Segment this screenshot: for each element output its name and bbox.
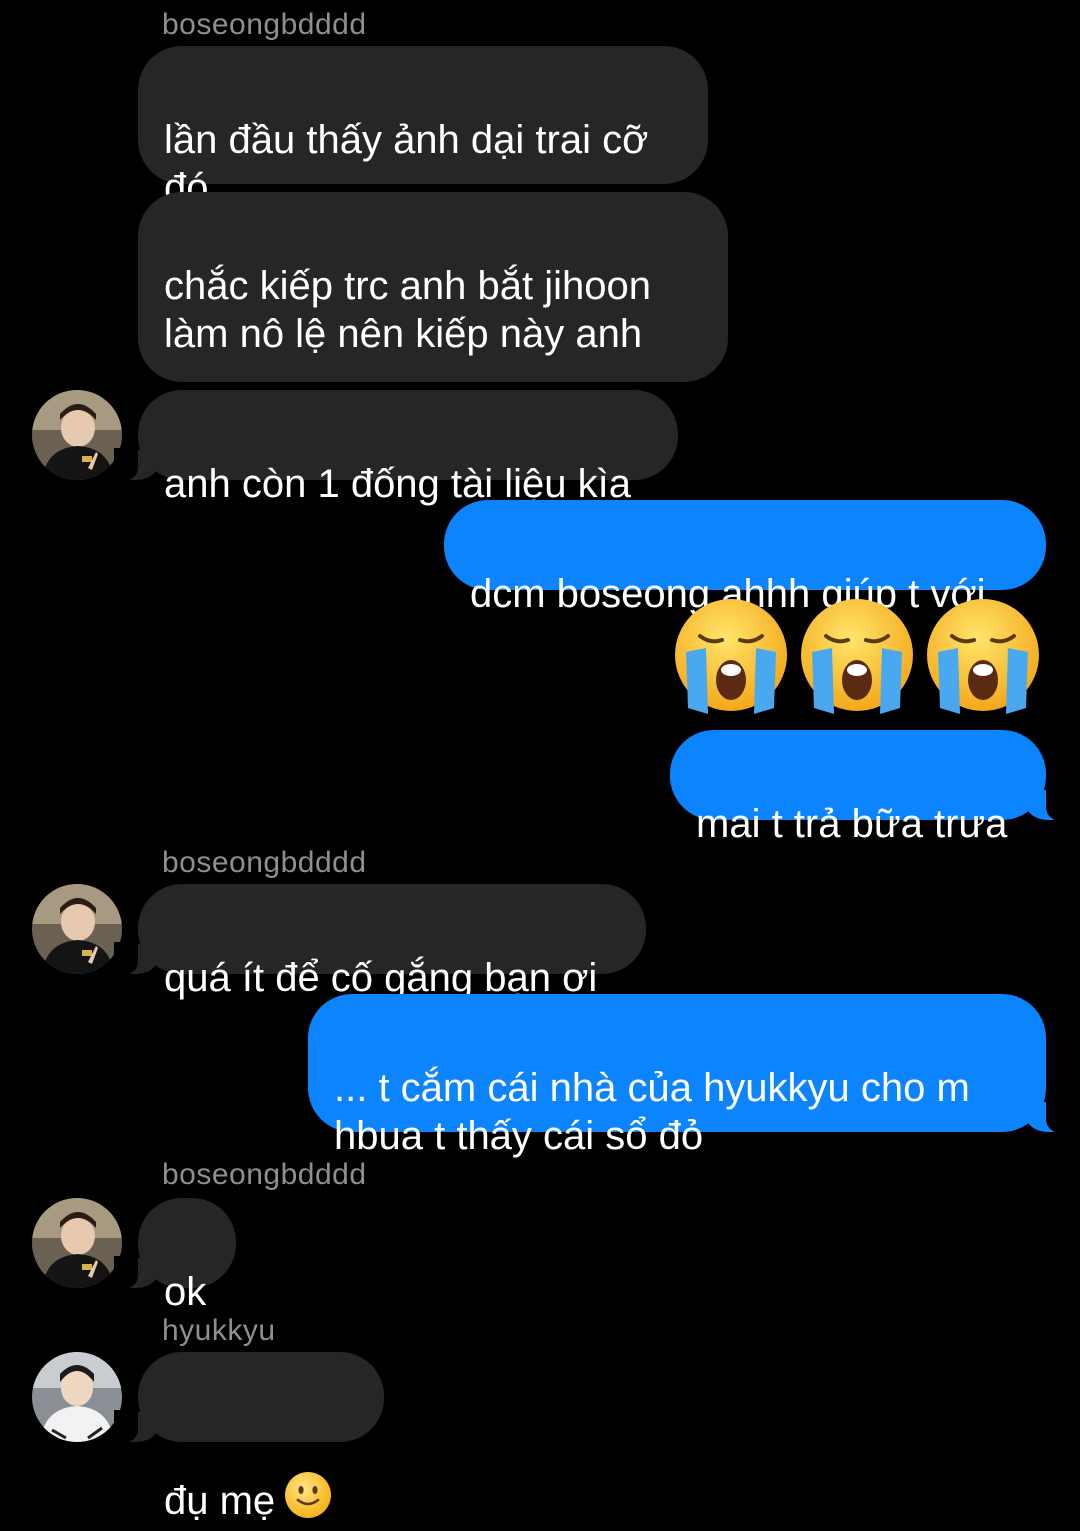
sender-name: hyukkyu — [162, 1314, 276, 1347]
message-text: ok — [164, 1270, 207, 1314]
loudly-crying-face-icon — [672, 596, 790, 719]
outgoing-message[interactable]: dcm boseong ahhh giúp t với — [444, 500, 1046, 616]
message-text: ... t cắm cái nhà của hyukkyu cho m hbua… — [334, 1066, 970, 1158]
avatar[interactable] — [32, 1198, 122, 1288]
sender-name: boseongbdddd — [162, 1158, 367, 1191]
avatar[interactable] — [32, 884, 122, 974]
message-text: mai t trả bữa trưa — [696, 802, 1008, 846]
outgoing-message[interactable]: mai t trả bữa trưa — [670, 730, 1070, 846]
avatar[interactable] — [32, 1352, 122, 1442]
incoming-message[interactable]: lần đầu thấy ảnh dại trai cỡ đó — [138, 46, 708, 210]
message-text: đụ mẹ — [164, 1479, 276, 1523]
avatar[interactable] — [32, 390, 122, 480]
sender-name: boseongbdddd — [162, 8, 367, 41]
incoming-message[interactable]: ok — [114, 1198, 236, 1314]
slightly-smiling-face-icon — [283, 1422, 333, 1531]
sender-name: boseongbdddd — [162, 846, 367, 879]
outgoing-message[interactable]: ... t cắm cái nhà của hyukkyu cho m hbua… — [308, 994, 1070, 1158]
incoming-message[interactable]: quá ít để cố gắng bạn ơi — [114, 884, 646, 1000]
loudly-crying-face-icon — [798, 596, 916, 719]
loudly-crying-face-icon — [924, 596, 1042, 719]
incoming-message[interactable]: chắc kiếp trc anh bắt jihoon làm nô lệ n… — [138, 192, 728, 459]
incoming-message[interactable]: anh còn 1 đống tài liệu kìa — [114, 390, 678, 506]
emoji-message[interactable] — [672, 596, 1042, 719]
incoming-message[interactable]: đụ mẹ — [114, 1352, 384, 1523]
